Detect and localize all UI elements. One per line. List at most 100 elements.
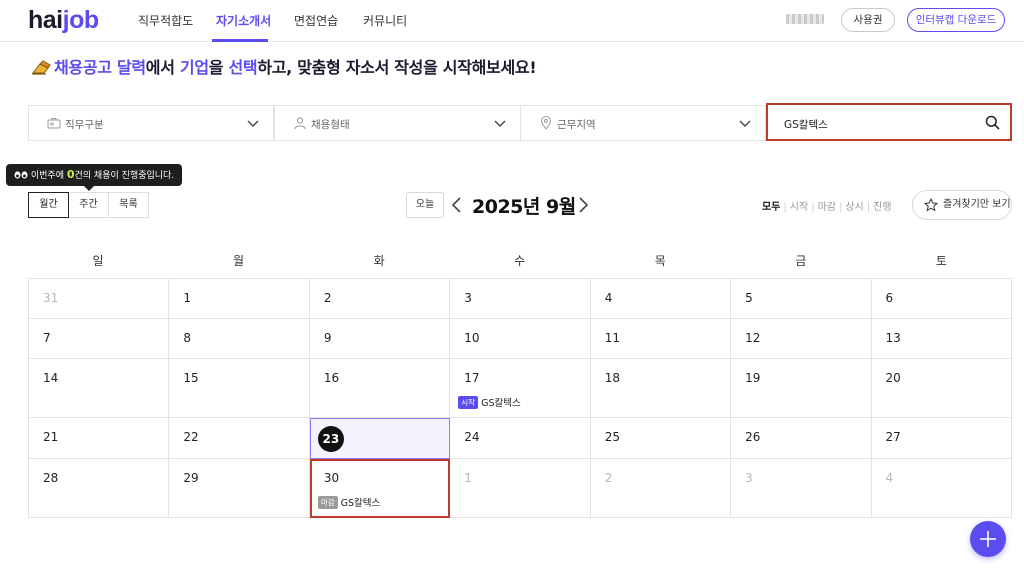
calendar-day[interactable]: 14 xyxy=(29,359,170,418)
status-all[interactable]: 모두 xyxy=(762,202,780,213)
page-headline: 채용공고 달력에서 기업을 선택하고, 맞춤형 자소서 작성을 시작해보세요! xyxy=(32,54,537,78)
location-select[interactable]: 근무지역 xyxy=(520,105,766,141)
calendar-day[interactable]: 22 xyxy=(169,418,310,459)
calendar-day[interactable]: 5 xyxy=(731,279,872,319)
ticket-button[interactable]: 사용권 xyxy=(841,8,895,32)
calendar-day[interactable]: 4 xyxy=(871,459,1012,518)
nav-item-job-fit[interactable]: 직무적합도 xyxy=(138,12,193,29)
calendar-day[interactable]: 2 xyxy=(309,279,451,319)
day-number: 23 xyxy=(317,426,344,452)
calendar-day[interactable]: 13 xyxy=(871,319,1012,359)
month-title: 2025년 9월 xyxy=(472,196,576,218)
day-number: 20 xyxy=(885,371,901,385)
calendar-day[interactable]: 4 xyxy=(590,279,732,319)
calendar-day[interactable]: 17 시작 GS칼텍스 xyxy=(450,359,591,418)
weekday-label: 목 xyxy=(654,254,666,268)
headline-part6: 하고, 맞춤형 자소서 작성을 시작해보세요! xyxy=(257,58,537,77)
calendar-day[interactable]: 11 xyxy=(590,319,732,359)
status-deadline[interactable]: 마감 xyxy=(818,202,836,213)
calendar-day[interactable]: 6 xyxy=(871,279,1012,319)
calendar-day[interactable]: 7 xyxy=(29,319,170,359)
day-number: 15 xyxy=(183,371,199,385)
status-ongoing[interactable]: 진행 xyxy=(873,202,891,213)
calendar-day[interactable]: 3 xyxy=(450,279,591,319)
chevron-left-icon[interactable] xyxy=(450,196,464,214)
weekday-label: 토 xyxy=(935,254,947,268)
calendar-day[interactable]: 27 xyxy=(871,418,1012,459)
active-tab-indicator xyxy=(212,39,268,42)
calendar-week: 31 1 2 3 4 5 6 xyxy=(29,279,1012,319)
add-floating-button[interactable] xyxy=(970,521,1006,557)
calendar-day[interactable]: 30 마감 GS칼텍스 xyxy=(309,459,451,518)
list-view-button[interactable]: 목록 xyxy=(108,192,149,218)
calendar-day[interactable]: 9 xyxy=(309,319,451,359)
status-start[interactable]: 시작 xyxy=(790,202,808,213)
calendar-day[interactable]: 31 xyxy=(29,279,170,319)
day-number: 22 xyxy=(183,430,199,444)
headline-part3: 기업 xyxy=(179,58,209,77)
day-number: 1 xyxy=(464,471,472,485)
location-label: 근무지역 xyxy=(557,119,596,131)
nav-item-interview-practice[interactable]: 면접연습 xyxy=(294,12,338,29)
calendar-day[interactable]: 21 xyxy=(29,418,170,459)
calendar-day[interactable]: 19 xyxy=(731,359,872,418)
day-number: 9 xyxy=(323,331,332,345)
headline-part4: 을 xyxy=(208,58,229,77)
calendar-day[interactable]: 29 xyxy=(169,459,310,518)
day-number: 3 xyxy=(464,291,472,305)
calendar-day[interactable]: 16 xyxy=(309,359,451,418)
calendar-day[interactable]: 10 xyxy=(450,319,591,359)
calendar-day[interactable]: 12 xyxy=(731,319,872,359)
today-button[interactable]: 오늘 xyxy=(406,192,444,218)
download-button[interactable]: 인터뷰캡 다운로드 xyxy=(907,8,1005,32)
job-posting-event[interactable]: 마감 GS칼텍스 xyxy=(317,495,381,509)
event-company-name: GS칼텍스 xyxy=(481,398,521,409)
week-view-button[interactable]: 주간 xyxy=(68,192,109,218)
employment-type-select[interactable]: 채용형태 xyxy=(274,105,521,141)
search-icon[interactable] xyxy=(985,115,1000,130)
calendar-day-today[interactable]: 23 xyxy=(309,418,451,459)
day-number: 2 xyxy=(323,291,332,305)
calendar-day[interactable]: 15 xyxy=(169,359,310,418)
tooltip-count: 0 xyxy=(66,168,75,181)
job-category-select[interactable]: 직무구분 xyxy=(28,105,274,141)
person-icon xyxy=(294,117,306,130)
calendar-day[interactable]: 8 xyxy=(169,319,310,359)
job-posting-event[interactable]: 시작 GS칼텍스 xyxy=(458,395,521,409)
nav-item-cover-letter[interactable]: 자기소개서 xyxy=(216,12,271,29)
nav-item-community[interactable]: 커뮤니티 xyxy=(363,12,407,29)
haijob-logo[interactable]: haijob xyxy=(28,6,99,35)
chevron-down-icon xyxy=(247,120,259,127)
day-number: 31 xyxy=(43,291,59,305)
favorites-label: 즐겨찾기만 보기 xyxy=(943,199,1011,210)
star-icon xyxy=(924,198,938,212)
day-number: 5 xyxy=(745,291,753,305)
search-value: GS칼텍스 xyxy=(784,119,828,131)
calendar-day[interactable]: 1 xyxy=(169,279,310,319)
status-always[interactable]: 상시 xyxy=(845,202,863,213)
calendar-day[interactable]: 18 xyxy=(590,359,732,418)
company-search-input[interactable]: GS칼텍스 xyxy=(766,103,1012,141)
day-number: 17 xyxy=(464,371,480,385)
chevron-right-icon[interactable] xyxy=(576,196,590,214)
calendar-day[interactable]: 28 xyxy=(29,459,170,518)
calendar-day[interactable]: 25 xyxy=(590,418,732,459)
calendar-day[interactable]: 26 xyxy=(731,418,872,459)
day-number: 1 xyxy=(183,291,192,305)
favorites-only-button[interactable]: 즐겨찾기만 보기 xyxy=(912,190,1012,220)
weekly-count-tooltip: 이번주에 0건의 채용이 진행중입니다. xyxy=(6,164,183,191)
calendar-week: 7 8 9 10 11 12 13 xyxy=(29,319,1012,359)
pen-icon xyxy=(32,60,51,75)
tooltip-prefix: 이번주에 xyxy=(30,171,67,181)
calendar-day[interactable]: 24 xyxy=(450,418,591,459)
calendar-day[interactable]: 1 xyxy=(450,459,591,518)
event-company-name: GS칼텍스 xyxy=(340,498,381,509)
start-badge: 시작 xyxy=(458,396,479,409)
calendar-week: 28 29 30 마감 GS칼텍스 1 2 3 4 xyxy=(29,459,1012,518)
calendar-day[interactable]: 3 xyxy=(731,459,872,518)
month-view-button[interactable]: 월간 xyxy=(28,192,69,218)
weekday-label: 수 xyxy=(514,254,526,268)
day-number: 19 xyxy=(745,371,761,385)
calendar-day[interactable]: 20 xyxy=(871,359,1012,418)
calendar-day[interactable]: 2 xyxy=(590,459,732,518)
